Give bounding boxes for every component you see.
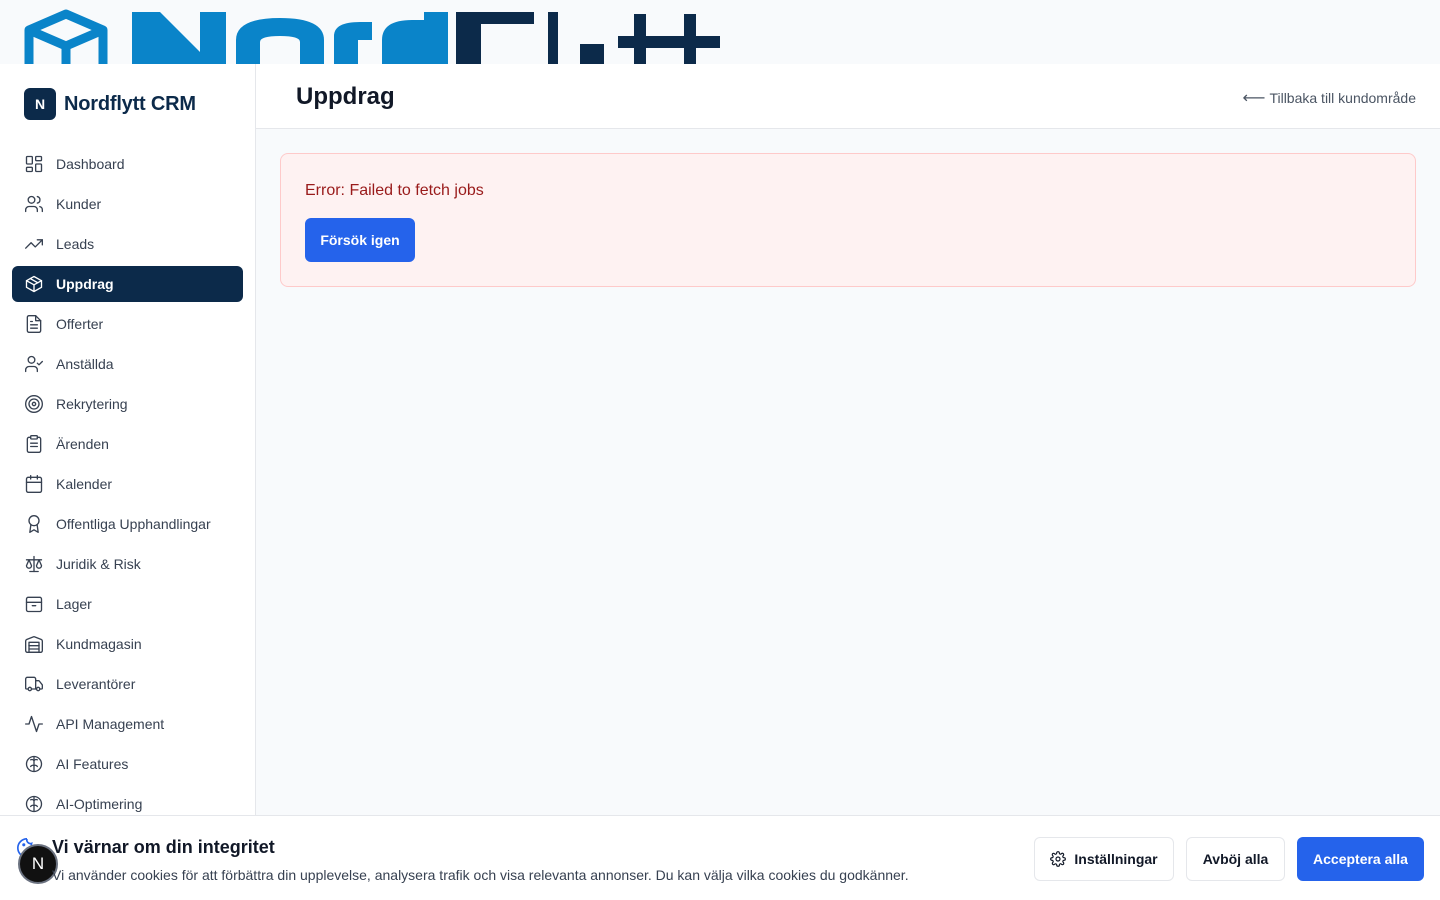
truck-icon (25, 676, 43, 692)
sidebar-item-label: Lager (56, 596, 92, 612)
sidebar-item-kundmagasin[interactable]: Kundmagasin (12, 626, 243, 662)
sidebar-item-leads[interactable]: Leads (12, 226, 243, 262)
sidebar-item-offentliga-upphandlingar[interactable]: Offentliga Upphandlingar (12, 506, 243, 542)
sidebar-item-label: Uppdrag (56, 276, 114, 292)
dashboard-icon (25, 155, 43, 173)
sidebar-item-label: AI Features (56, 756, 129, 772)
sidebar-item-kalender[interactable]: Kalender (12, 466, 243, 502)
page-title: Uppdrag (296, 83, 395, 110)
brand-name: Nordflytt CRM (64, 92, 196, 115)
warehouse-icon (25, 636, 43, 653)
sidebar-item-uppdrag[interactable]: Uppdrag (12, 266, 243, 302)
package-icon (25, 275, 43, 293)
activity-icon (25, 715, 43, 733)
user-check-icon (25, 355, 43, 373)
users-icon (25, 195, 44, 213)
sidebar-item-dashboard[interactable]: Dashboard (12, 146, 243, 182)
sidebar-item-kunder[interactable]: Kunder (12, 186, 243, 222)
brain-icon (25, 755, 43, 773)
sidebar-item-label: Ärenden (56, 436, 109, 452)
sidebar-nav: Dashboard Kunder Leads Uppdrag Offerter … (0, 146, 255, 822)
accept-all-button[interactable]: Acceptera alla (1297, 837, 1424, 881)
sidebar-item-label: Offentliga Upphandlingar (56, 516, 211, 532)
sidebar-item-juridik-risk[interactable]: Juridik & Risk (12, 546, 243, 582)
arrow-left-icon: ⟵ (1242, 90, 1266, 107)
reject-all-button[interactable]: Avböj alla (1186, 837, 1285, 881)
trending-up-icon (25, 239, 43, 249)
sidebar-item-label: Kalender (56, 476, 113, 492)
award-icon (28, 515, 40, 533)
error-alert: Error: Failed to fetch jobs Försök igen (280, 153, 1416, 287)
sidebar-item-label: Juridik & Risk (56, 556, 141, 572)
sidebar-item-label: Leads (56, 236, 95, 252)
back-to-customer-area-link[interactable]: ⟵ Tillbaka till kundområde (1243, 88, 1417, 108)
retry-button[interactable]: Försök igen (305, 218, 415, 262)
brand-logo-banner (0, 0, 1440, 64)
sidebar-item-label: AI-Optimering (56, 796, 143, 812)
cookie-consent-banner: N Vi värnar om din integritet Vi använde… (0, 815, 1440, 900)
sidebar-item-label: Offerter (56, 316, 104, 332)
nordflytt-logo (24, 9, 720, 64)
sidebar-item-label: Rekrytering (56, 396, 128, 412)
sidebar-item-label: Dashboard (56, 156, 125, 172)
sidebar-item-api-management[interactable]: API Management (12, 706, 243, 742)
sidebar-item-label: Kunder (56, 196, 102, 212)
box-icon (25, 596, 43, 613)
sidebar-item-leverantorer[interactable]: Leverantörer (12, 666, 243, 702)
cookie-settings-button[interactable]: Inställningar (1034, 837, 1174, 881)
calendar-icon (25, 475, 43, 493)
cookie-title: Vi värnar om din integritet (52, 837, 275, 857)
page-header: Uppdrag ⟵ Tillbaka till kundområde (256, 64, 1440, 129)
error-message: Error: Failed to fetch jobs (305, 182, 484, 199)
cookie-description: Vi använder cookies för att förbättra di… (52, 867, 909, 883)
sidebar-item-offerter[interactable]: Offerter (12, 306, 243, 342)
sidebar: N Nordflytt CRM Dashboard Kunder Leads U… (0, 64, 256, 900)
sidebar-item-ai-features[interactable]: AI Features (12, 746, 243, 782)
file-text-icon (26, 315, 42, 333)
sidebar-item-label: API Management (56, 716, 165, 732)
brain-icon (25, 795, 43, 813)
sidebar-item-anstallda[interactable]: Anställda (12, 346, 243, 382)
sidebar-item-arenden[interactable]: Ärenden (12, 426, 243, 462)
clipboard-icon (26, 435, 42, 453)
sidebar-item-label: Anställda (56, 356, 114, 372)
sidebar-item-label: Leverantörer (56, 676, 136, 692)
sidebar-item-label: Kundmagasin (56, 636, 142, 652)
cookie-settings-label: Inställningar (1074, 851, 1158, 867)
sidebar-item-lager[interactable]: Lager (12, 586, 243, 622)
gear-icon (1050, 851, 1067, 867)
target-icon (25, 395, 43, 413)
sidebar-item-rekrytering[interactable]: Rekrytering (12, 386, 243, 422)
scale-icon (25, 555, 43, 573)
sidebar-brand[interactable]: N Nordflytt CRM (0, 64, 255, 144)
back-link-label: Tillbaka till kundområde (1269, 90, 1416, 106)
brand-logo-mark: N (24, 88, 56, 120)
